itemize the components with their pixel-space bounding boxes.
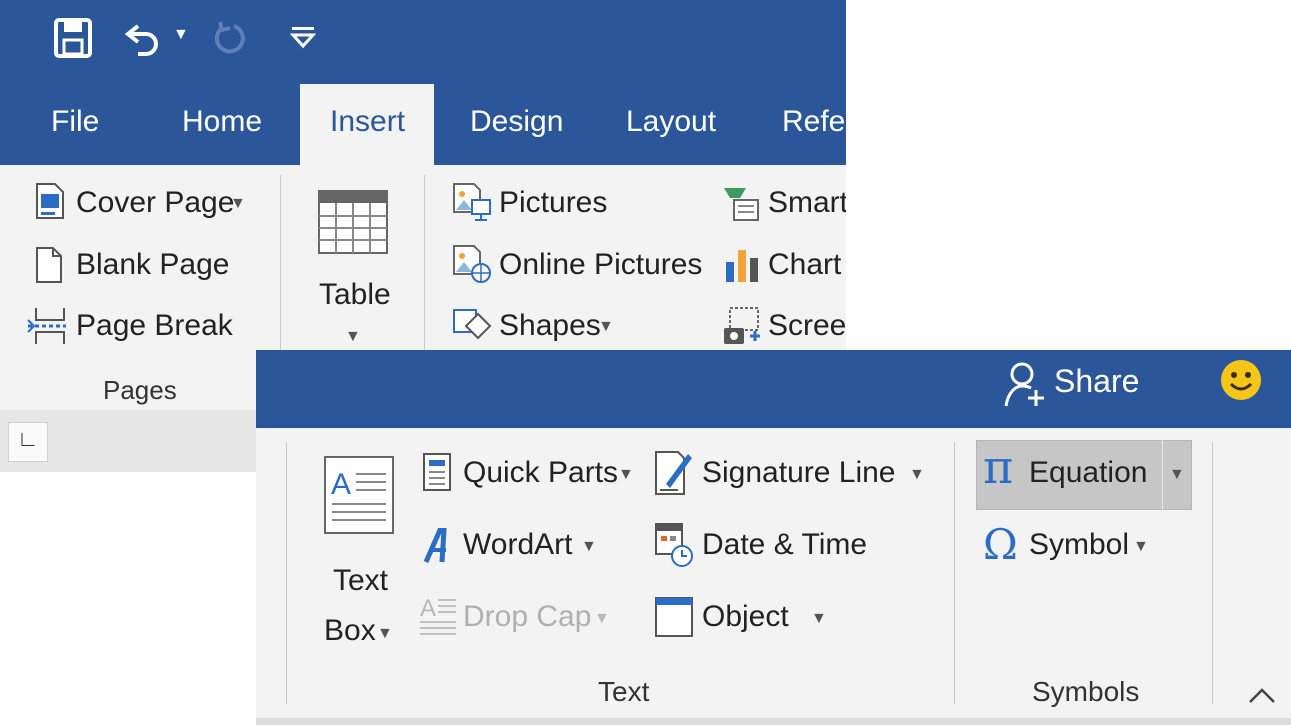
chart-button[interactable]: Chart (768, 248, 841, 282)
save-icon[interactable] (54, 18, 92, 58)
tab-references[interactable]: Refer (782, 105, 846, 139)
undo-dropdown-icon[interactable]: ▼ (173, 26, 189, 44)
smartart-button[interactable]: Smart (768, 186, 846, 220)
date-time-button[interactable]: Date & Time (702, 528, 867, 562)
tab-file[interactable]: File (51, 105, 99, 139)
pictures-button[interactable]: Pictures (499, 186, 607, 220)
cover-page-button[interactable]: Cover Page (76, 186, 234, 220)
signature-line-dropdown-icon[interactable]: ▼ (909, 466, 925, 484)
undo-icon[interactable] (124, 20, 164, 56)
customize-qat-icon[interactable] (289, 24, 317, 50)
shapes-icon (452, 306, 494, 344)
tab-home[interactable]: Home (182, 105, 262, 139)
shapes-dropdown-icon[interactable]: ▼ (598, 318, 614, 336)
text-box-dropdown-icon[interactable]: ▼ (377, 625, 393, 643)
text-group-label: Text (598, 676, 650, 707)
cover-page-dropdown-icon[interactable]: ▼ (230, 195, 246, 213)
drop-cap-button: Drop Cap (463, 600, 592, 633)
blank-page-button[interactable]: Blank Page (76, 248, 229, 282)
drop-cap-icon: A (418, 594, 458, 638)
text-box-icon: A (324, 456, 394, 534)
symbol-dropdown-icon[interactable]: ▼ (1133, 538, 1149, 556)
wordart-dropdown-icon[interactable]: ▼ (581, 538, 597, 556)
equation-dropdown-icon[interactable]: ▼ (1169, 466, 1185, 484)
screenshot-icon (722, 306, 762, 346)
page-break-icon (26, 306, 70, 346)
quick-parts-icon (422, 452, 452, 492)
symbol-button[interactable]: Symbol (1029, 528, 1129, 562)
table-icon (318, 190, 388, 254)
split-divider (1162, 440, 1163, 510)
collapse-ribbon-icon[interactable] (1248, 686, 1276, 706)
omega-icon: Ω (983, 520, 1018, 569)
ribbon-bottom-edge (256, 718, 1291, 725)
share-button[interactable]: Share (1054, 363, 1139, 400)
cover-page-icon (35, 182, 65, 220)
wordart-icon (422, 527, 452, 564)
blank-page-icon (35, 246, 63, 284)
svg-text:A: A (420, 595, 436, 622)
pictures-icon (452, 182, 492, 222)
chart-icon (722, 244, 762, 284)
wordart-button[interactable]: WordArt (463, 528, 572, 562)
quick-parts-dropdown-icon[interactable]: ▼ (618, 466, 634, 484)
smartart-icon (722, 182, 762, 222)
group-divider (954, 442, 955, 704)
screenshot-button[interactable]: Screen (768, 309, 846, 343)
page-break-button[interactable]: Page Break (76, 309, 233, 343)
online-pictures-button[interactable]: Online Pictures (499, 248, 702, 282)
pi-icon: π (983, 440, 1014, 494)
date-time-icon (654, 522, 694, 568)
object-dropdown-icon[interactable]: ▼ (811, 610, 827, 628)
table-button[interactable]: Table (319, 278, 391, 312)
redo-icon (212, 20, 248, 56)
tab-insert[interactable]: Insert (330, 105, 405, 139)
shapes-button[interactable]: Shapes (499, 309, 601, 343)
text-box-label-line2[interactable]: Box (324, 614, 376, 648)
tab-layout[interactable]: Layout (626, 105, 716, 139)
quick-parts-button[interactable]: Quick Parts (463, 456, 618, 490)
tab-stop-glyph: ∟ (17, 426, 39, 451)
svg-text:A: A (331, 468, 351, 501)
tab-design[interactable]: Design (470, 105, 563, 139)
smiley-icon[interactable] (1219, 358, 1263, 402)
text-box-label-line1[interactable]: Text (333, 564, 388, 598)
drop-cap-dropdown-icon: ▼ (594, 610, 610, 627)
pages-group-label: Pages (103, 375, 177, 405)
equation-button[interactable]: Equation (1029, 456, 1147, 490)
signature-line-icon (654, 450, 694, 496)
group-divider (1212, 442, 1213, 704)
group-divider (286, 442, 287, 704)
object-icon (654, 596, 694, 638)
symbols-group-label: Symbols (1032, 676, 1140, 707)
signature-line-button[interactable]: Signature Line (702, 456, 895, 490)
share-person-icon[interactable] (1004, 360, 1048, 410)
ribbon-screenshot-bottom: Share A Text Box ▼ Quick Parts ▼ WordArt… (256, 350, 1291, 725)
group-divider (424, 175, 425, 350)
online-pictures-icon (452, 244, 492, 284)
object-button[interactable]: Object (702, 600, 789, 634)
table-dropdown-icon[interactable]: ▼ (345, 328, 361, 346)
